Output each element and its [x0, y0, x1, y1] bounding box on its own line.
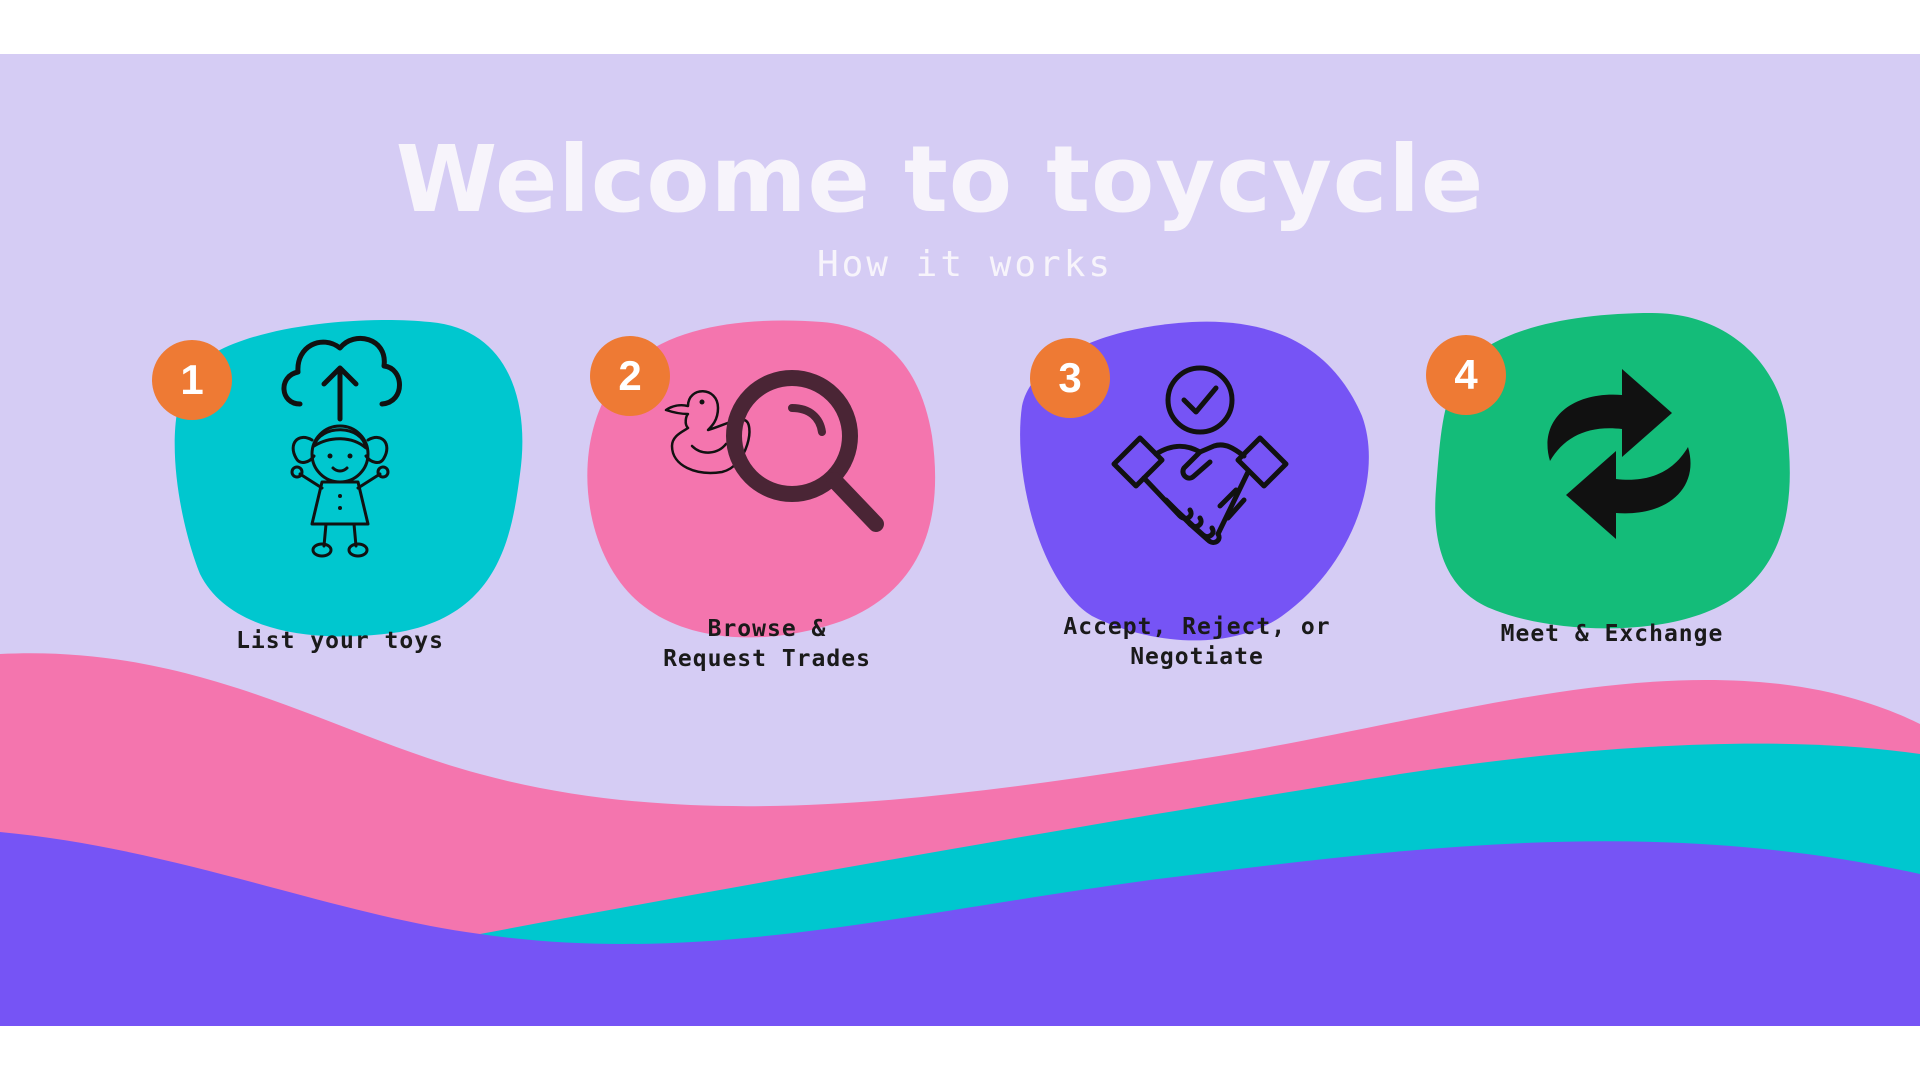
step-accept-reject: 3 Accept, Reject, or Negotiate — [1012, 316, 1412, 676]
step-3-badge: 3 — [1030, 338, 1110, 418]
step-list-toys: 1 List your toys — [150, 314, 550, 674]
slide: Welcome to toycycle How it works 1 List … — [0, 54, 1920, 1026]
step-2-label-line-1: Browse & — [707, 616, 827, 642]
step-3-label: Accept, Reject, or Negotiate — [1012, 612, 1382, 672]
step-2-label-line-2: Request Trades — [663, 646, 871, 672]
duck-magnifier-icon — [664, 370, 884, 532]
step-browse-request: 2 Browse & Request Trades — [572, 316, 972, 676]
step-1-badge: 1 — [152, 340, 232, 420]
page-title: Welcome to toycycle — [395, 126, 1485, 233]
page-subtitle: How it works — [816, 244, 1114, 285]
step-3-label-line-1: Accept, Reject, or — [1063, 614, 1331, 640]
step-3-label-line-2: Negotiate — [1130, 644, 1264, 670]
handshake-check-icon — [1111, 365, 1289, 545]
step-meet-exchange: 4 Meet & Exchange — [1426, 309, 1832, 669]
cloud-upload-doll-icon — [281, 335, 402, 558]
exchange-arrows-icon — [1547, 369, 1691, 539]
step-4-label: Meet & Exchange — [1500, 621, 1724, 647]
page: Welcome to toycycle How it works 1 List … — [0, 0, 1920, 1080]
step-4-badge: 4 — [1426, 335, 1506, 415]
step-1-label: List your toys — [236, 628, 444, 654]
step-2-label: Browse & Request Trades — [572, 614, 962, 674]
